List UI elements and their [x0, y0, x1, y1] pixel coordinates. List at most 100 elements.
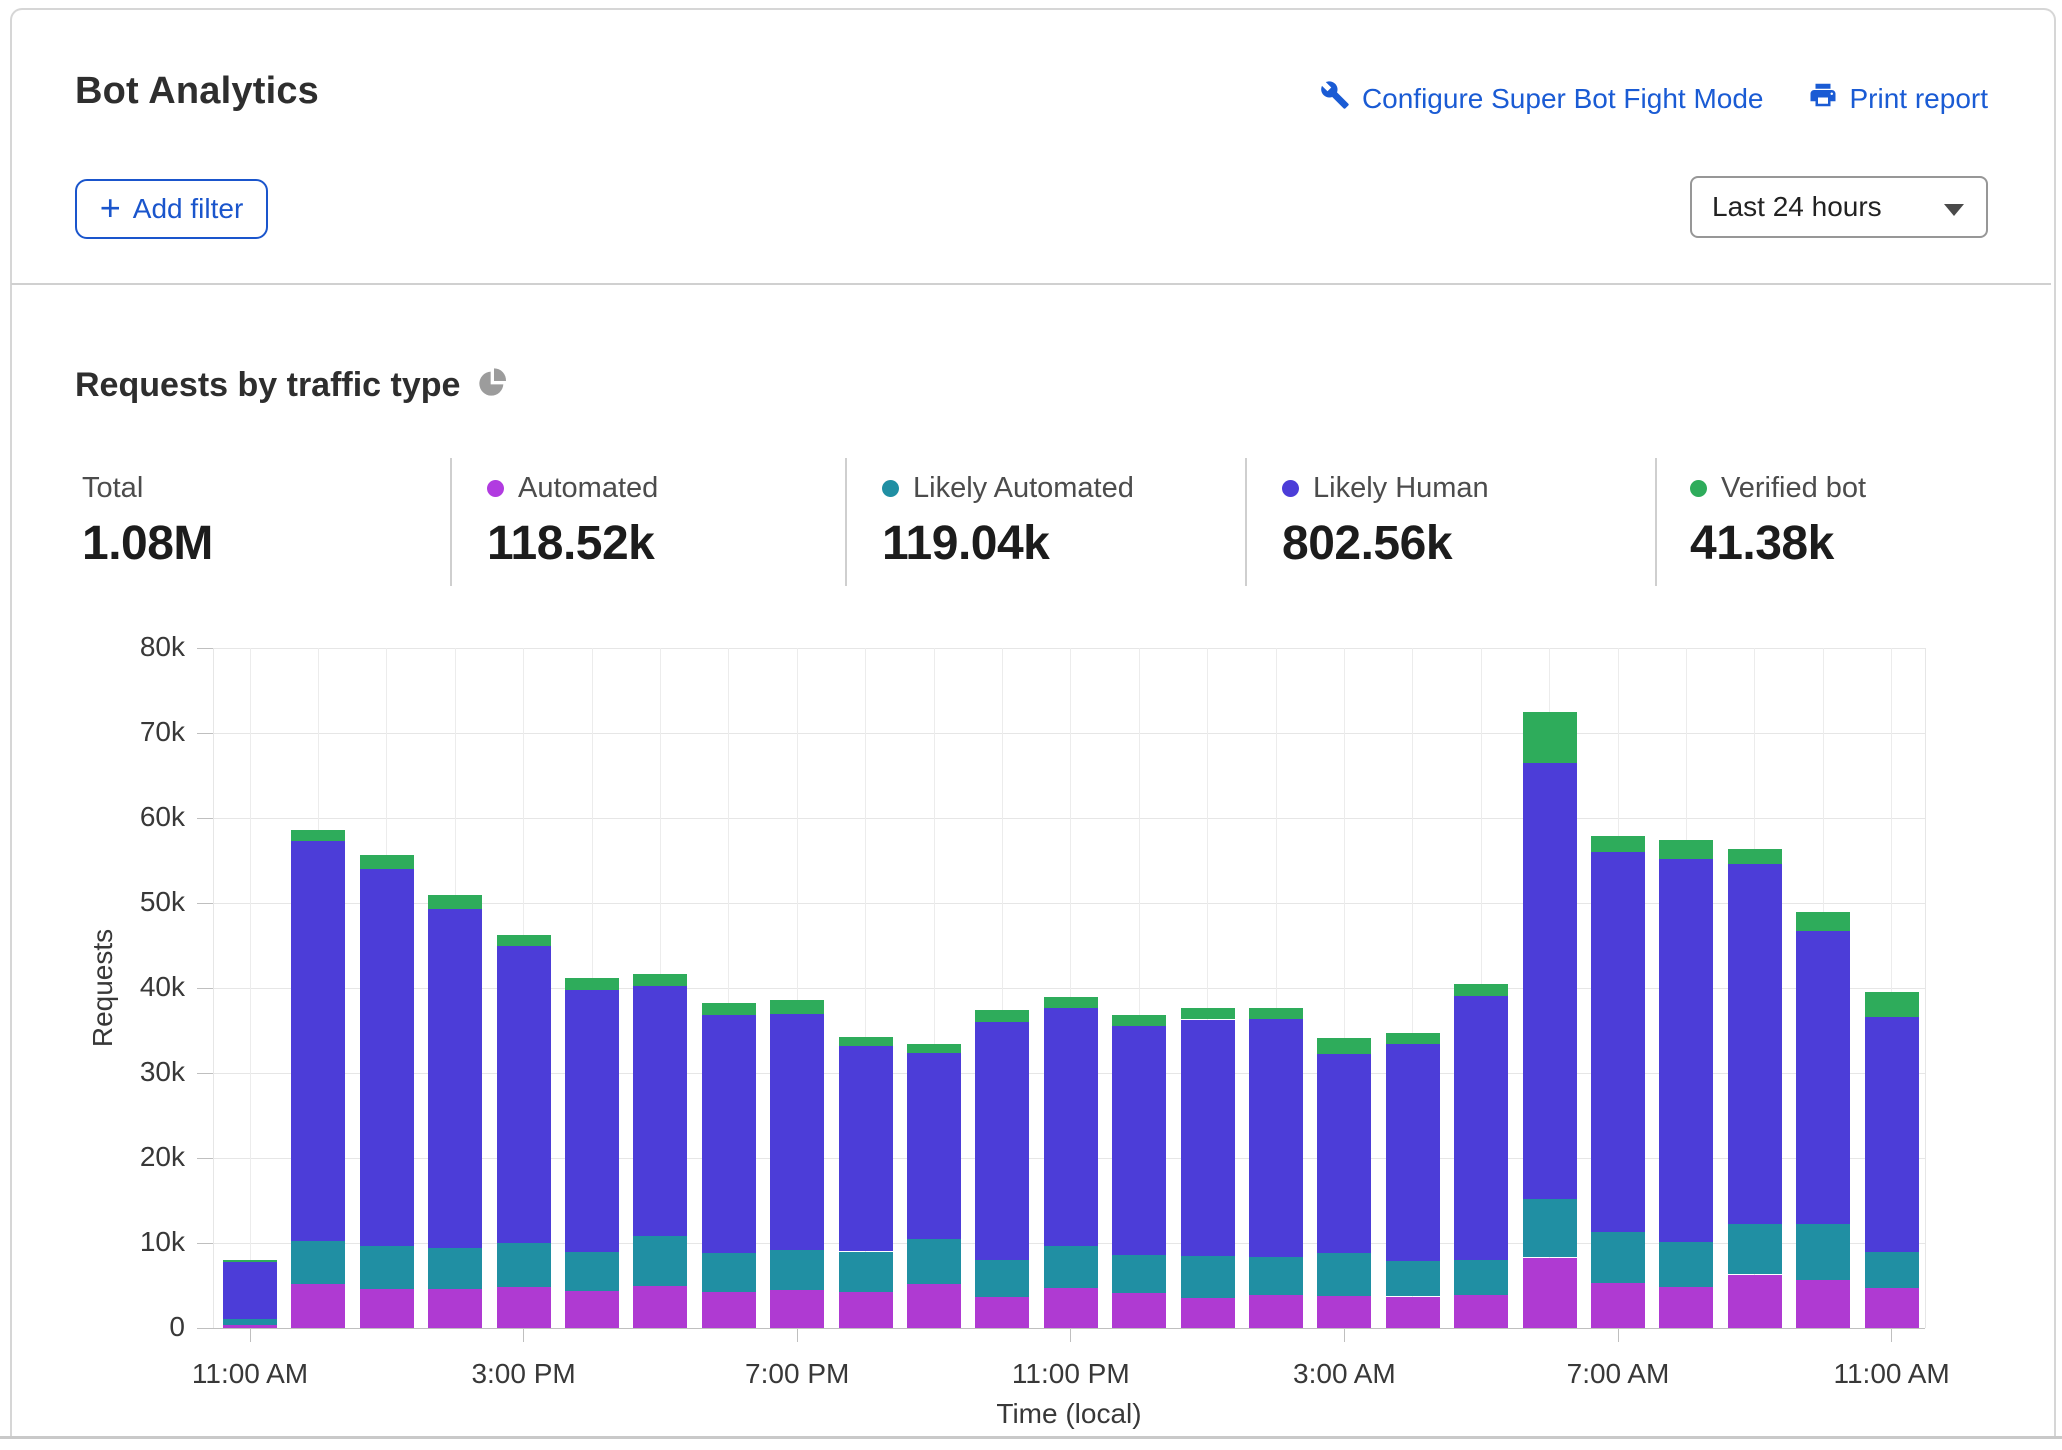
bar-segment-likely-automated — [633, 1236, 687, 1286]
bar-segment-likely-automated — [291, 1241, 345, 1284]
bar-segment-likely-human — [565, 990, 619, 1253]
x-axis-tick-label: 11:00 AM — [1782, 1358, 2002, 1390]
bar-segment-automated — [907, 1284, 961, 1328]
x-axis-tick — [1344, 1328, 1345, 1342]
bar-segment-verified-bot — [1865, 992, 1919, 1017]
bar-segment-automated — [633, 1286, 687, 1328]
bar-segment-likely-human — [1112, 1026, 1166, 1255]
bar-segment-likely-automated — [1796, 1224, 1850, 1280]
bar-segment-verified-bot — [839, 1037, 893, 1046]
bar-segment-likely-automated — [1728, 1224, 1782, 1274]
bar-segment-likely-automated — [565, 1252, 619, 1290]
x-axis-tick-label: 3:00 AM — [1234, 1358, 1454, 1390]
bar-segment-automated — [1249, 1295, 1303, 1328]
bar-segment-likely-automated — [223, 1319, 277, 1325]
bar-segment-likely-automated — [1181, 1256, 1235, 1299]
x-gridline — [250, 648, 251, 1328]
bar-segment-likely-human — [428, 909, 482, 1248]
bar-segment-verified-bot — [1044, 997, 1098, 1009]
bar-segment-likely-human — [1728, 864, 1782, 1224]
bar-segment-verified-bot — [497, 935, 551, 947]
y-axis-tick-label: 20k — [75, 1141, 185, 1173]
bar-segment-automated — [1386, 1297, 1440, 1329]
bar-segment-likely-human — [1181, 1020, 1235, 1256]
bar-segment-likely-human — [1249, 1019, 1303, 1257]
bar-segment-likely-human — [839, 1046, 893, 1252]
y-axis-tick — [197, 648, 213, 649]
bar-segment-likely-human — [1523, 763, 1577, 1199]
bar-segment-likely-human — [497, 946, 551, 1243]
bar-segment-automated — [1523, 1258, 1577, 1329]
bar-segment-verified-bot — [1796, 912, 1850, 932]
bar-segment-likely-automated — [1659, 1242, 1713, 1287]
y-axis-tick-label: 0 — [75, 1311, 185, 1343]
bar-segment-likely-human — [1796, 931, 1850, 1224]
bar-segment-likely-human — [1044, 1008, 1098, 1245]
bar-segment-likely-human — [1386, 1044, 1440, 1261]
bar-segment-likely-automated — [770, 1250, 824, 1290]
bar-segment-automated — [497, 1287, 551, 1328]
bar-segment-automated — [1112, 1293, 1166, 1328]
bar-segment-verified-bot — [223, 1260, 277, 1262]
bar-segment-verified-bot — [1523, 712, 1577, 763]
y-axis-tick — [197, 1158, 213, 1159]
bar-segment-likely-automated — [839, 1252, 893, 1292]
bar-segment-automated — [1865, 1288, 1919, 1328]
bar-segment-likely-automated — [1044, 1246, 1098, 1289]
plot-right-edge — [1925, 648, 1926, 1328]
y-axis-tick-label: 80k — [75, 631, 185, 663]
bar-segment-likely-human — [907, 1053, 961, 1239]
y-gridline — [213, 733, 1925, 734]
bar-segment-likely-automated — [1591, 1232, 1645, 1283]
x-axis-title: Time (local) — [869, 1398, 1269, 1430]
x-axis-tick — [1891, 1328, 1892, 1342]
bar-segment-likely-automated — [428, 1248, 482, 1289]
bar-segment-likely-automated — [702, 1253, 756, 1292]
bar-segment-likely-human — [1454, 996, 1508, 1260]
y-axis-tick — [197, 818, 213, 819]
bar-segment-likely-automated — [1249, 1257, 1303, 1295]
bar-segment-verified-bot — [975, 1010, 1029, 1022]
x-axis-tick — [250, 1328, 251, 1342]
bar-segment-likely-human — [1659, 859, 1713, 1242]
bar-segment-verified-bot — [428, 895, 482, 910]
bar-segment-likely-human — [975, 1022, 1029, 1260]
bar-segment-automated — [428, 1289, 482, 1328]
plot-left-edge — [213, 648, 214, 1328]
bar-segment-automated — [1181, 1298, 1235, 1328]
y-axis-tick-label: 60k — [75, 801, 185, 833]
y-gridline — [213, 818, 1925, 819]
bar-segment-verified-bot — [1591, 836, 1645, 852]
bar-segment-automated — [702, 1292, 756, 1328]
bar-segment-likely-human — [1317, 1054, 1371, 1253]
bar-segment-automated — [1317, 1296, 1371, 1328]
bar-segment-automated — [770, 1290, 824, 1328]
bar-segment-verified-bot — [907, 1044, 961, 1053]
bar-segment-verified-bot — [291, 830, 345, 841]
bar-segment-likely-automated — [1523, 1199, 1577, 1258]
bar-segment-verified-bot — [360, 855, 414, 869]
bar-segment-likely-automated — [1865, 1252, 1919, 1288]
bar-segment-verified-bot — [1181, 1008, 1235, 1020]
bar-segment-likely-automated — [907, 1239, 961, 1284]
x-axis-tick — [1070, 1328, 1071, 1342]
bar-segment-verified-bot — [1659, 840, 1713, 859]
y-axis-tick — [197, 1243, 213, 1244]
bar-segment-verified-bot — [1454, 984, 1508, 996]
bar-segment-automated — [1044, 1288, 1098, 1328]
bar-segment-automated — [291, 1284, 345, 1328]
bar-segment-verified-bot — [1728, 849, 1782, 864]
y-axis-tick — [197, 1073, 213, 1074]
bar-segment-verified-bot — [1386, 1033, 1440, 1044]
bar-segment-likely-human — [360, 869, 414, 1246]
bar-segment-verified-bot — [1112, 1015, 1166, 1026]
bar-segment-likely-automated — [497, 1243, 551, 1287]
x-axis-tick — [797, 1328, 798, 1342]
bar-segment-likely-automated — [1317, 1253, 1371, 1296]
bar-segment-automated — [1591, 1283, 1645, 1328]
bar-segment-automated — [975, 1297, 1029, 1328]
x-axis-tick-label: 11:00 AM — [140, 1358, 360, 1390]
bar-segment-likely-automated — [1386, 1261, 1440, 1297]
bar-segment-likely-human — [1865, 1017, 1919, 1253]
bar-segment-automated — [565, 1291, 619, 1328]
